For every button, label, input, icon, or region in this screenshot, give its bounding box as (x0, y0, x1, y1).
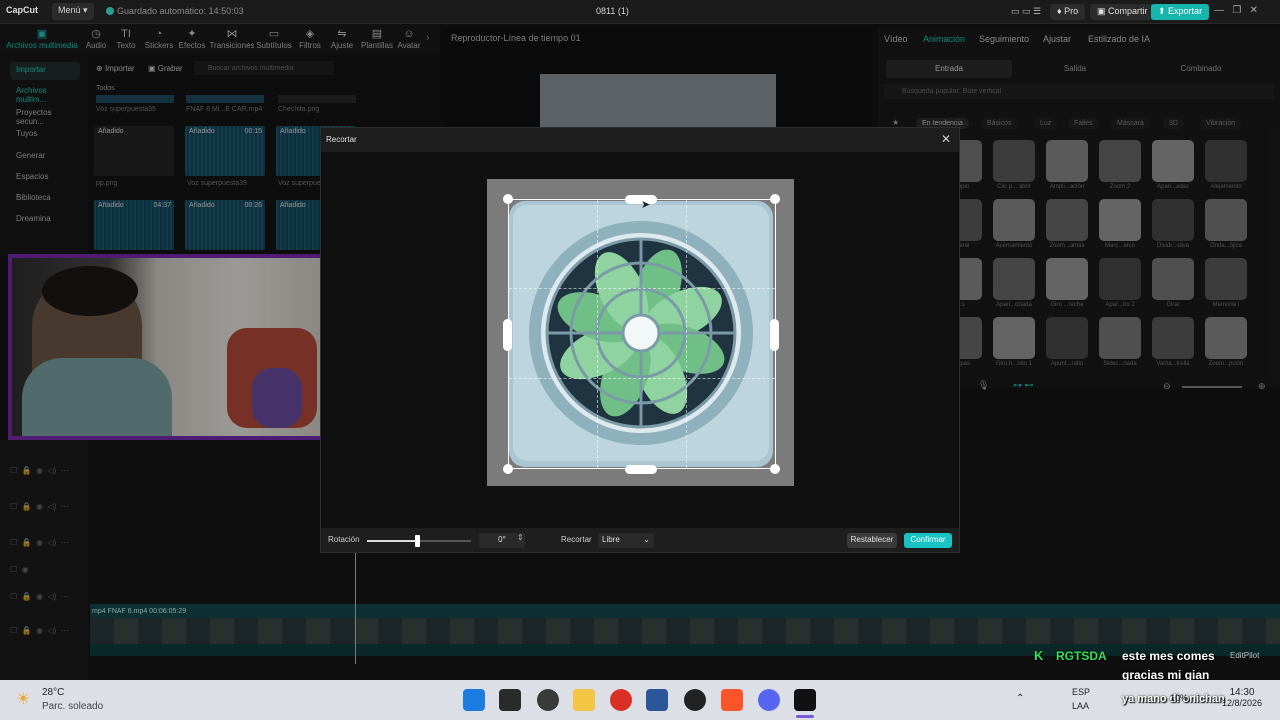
crop-handle-top-left[interactable] (503, 194, 513, 204)
mouse-cursor-icon: ➤ (641, 199, 651, 211)
crop-handle-right[interactable] (770, 319, 779, 351)
crop-handle-bottom-right[interactable] (770, 464, 780, 474)
export-button[interactable]: ⬆ Exportar (1151, 4, 1210, 20)
rotation-slider-knob[interactable] (415, 535, 420, 547)
stream-overlay: K RGTSDA este mes comes gracias mi gian … (1034, 648, 1280, 682)
autosave-status: Guardado automático: 14:50:03 (106, 6, 244, 16)
app-icon[interactable] (537, 689, 559, 711)
folder-icon[interactable] (573, 689, 595, 711)
project-title: 0811 (1) (596, 6, 629, 16)
tray-chevron-icon[interactable]: ⌃ (1016, 693, 1024, 704)
crop-ratio-label: Recortar (561, 535, 592, 544)
confirm-button[interactable]: Confirmar (904, 533, 952, 548)
reset-button[interactable]: Restablecer (847, 533, 897, 548)
stepper-icon[interactable]: ⇕ (517, 533, 524, 542)
dialog-title: Recortar (326, 135, 357, 144)
window-controls[interactable]: — ❐ ✕ (1214, 5, 1258, 16)
crop-ratio-value: Libre (602, 535, 620, 544)
word-icon[interactable] (646, 689, 668, 711)
clock-time: 14:30 (1229, 687, 1255, 698)
dialog-header: Recortar ✕ (321, 128, 959, 152)
grid-line (509, 288, 775, 289)
active-indicator (796, 715, 814, 718)
autosave-icon (106, 7, 114, 15)
chevron-down-icon: ⌄ (643, 535, 650, 544)
weather-temp: 28°C (42, 687, 65, 698)
obs-icon[interactable] (684, 689, 706, 711)
layout-icon[interactable]: ▭ ▭ ☰ (1004, 4, 1048, 20)
grid-line (597, 200, 598, 468)
crop-handle-left[interactable] (503, 319, 512, 351)
menu-label: Menú (58, 5, 81, 15)
pro-label: Pro (1064, 6, 1079, 16)
capcut-icon[interactable] (794, 689, 816, 711)
chrome-icon[interactable] (610, 689, 632, 711)
share-button[interactable]: ▣ Compartir (1090, 4, 1155, 20)
kick-logo-icon: K (1034, 648, 1044, 663)
rotation-label: Rotación (328, 535, 360, 544)
rotation-value: 0° (498, 535, 506, 544)
crop-handle-bottom-left[interactable] (503, 464, 513, 474)
brand-label: EditPilot (1230, 651, 1260, 660)
autosave-text: Guardado automático: 14:50:03 (117, 6, 244, 16)
weather-icon[interactable]: ☀ (16, 689, 30, 709)
crop-dialog: Recortar ✕ ➤ Rotación 0° ⇕ Recortar Libr… (320, 127, 960, 553)
grid-line (686, 200, 687, 468)
chat-line-1: este mes comes (1122, 649, 1215, 663)
export-label: Exportar (1168, 6, 1203, 16)
chat-user: RGTSDA (1056, 649, 1107, 663)
taskview-icon[interactable] (499, 689, 521, 711)
clock-date: 12/8/2026 (1222, 698, 1263, 708)
crop-ratio-select[interactable]: Libre ⌄ (598, 533, 654, 548)
weather-desc: Parc. soleado (42, 701, 104, 712)
close-icon[interactable]: ✕ (941, 132, 951, 146)
windows-taskbar: ☀ 28°C Parc. soleado ⌃ ESP LAA ya mano d… (0, 680, 1280, 720)
clock[interactable]: 14:30 12/8/2026 (1222, 687, 1262, 708)
lang-sub: LAA (1072, 701, 1090, 711)
crop-box[interactable] (508, 199, 776, 469)
share-label: Compartir (1108, 6, 1148, 16)
app-title-bar: CapCut Menú ▾ Guardado automático: 14:50… (0, 0, 1280, 24)
rotation-slider-fill (367, 540, 417, 542)
rotation-slider[interactable] (367, 535, 471, 547)
start-icon[interactable] (463, 689, 485, 711)
crop-handle-top-right[interactable] (770, 194, 780, 204)
app-logo: CapCut (6, 5, 38, 15)
volume-value[interactable]: 10% (1170, 693, 1188, 703)
crop-handle-bottom[interactable] (625, 465, 657, 474)
crop-image-frame: ➤ (487, 179, 794, 486)
discord-icon[interactable] (758, 689, 780, 711)
lang-indicator[interactable]: ESP (1072, 687, 1090, 697)
pro-button[interactable]: ♦ Pro (1050, 4, 1086, 20)
brave-icon[interactable] (721, 689, 743, 711)
dialog-footer: Rotación 0° ⇕ Recortar Libre ⌄ Restablece… (321, 528, 959, 552)
menu-button[interactable]: Menú ▾ (52, 3, 94, 20)
grid-line (509, 378, 775, 379)
